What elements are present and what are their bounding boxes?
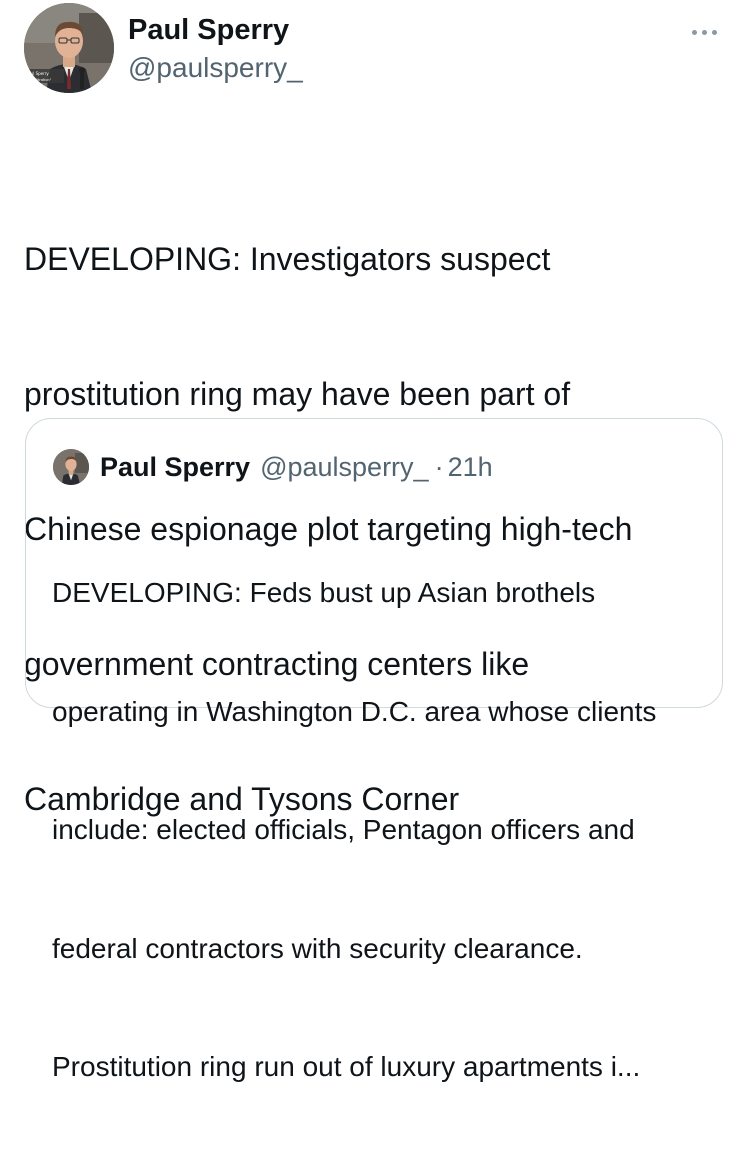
separator-dot: ·: [434, 451, 444, 482]
tweet-text-line: DEVELOPING: Investigators suspect: [24, 241, 551, 277]
author-avatar[interactable]: Paul Sperry "Infiltration": [24, 3, 114, 93]
svg-text:Paul Sperry: Paul Sperry: [26, 71, 49, 76]
author-handle[interactable]: @paulsperry_: [128, 50, 303, 86]
quoted-tweet-header: Paul Sperry @paulsperry_ · 21h: [53, 449, 493, 485]
author-display-name[interactable]: Paul Sperry: [128, 12, 303, 48]
profile-photo-icon: Paul Sperry "Infiltration": [24, 3, 114, 93]
quoted-author-handle[interactable]: @paulsperry_: [260, 452, 429, 483]
tweet: Paul Sperry "Infiltration" Paul Sperry @…: [0, 0, 750, 1082]
tweet-text-line: prostitution ring may have been part of: [24, 376, 571, 412]
svg-text:"Infiltration": "Infiltration": [30, 78, 52, 82]
quoted-text-line: DEVELOPING: Feds bust up Asian brothels: [52, 577, 596, 608]
author-info: Paul Sperry @paulsperry_: [128, 12, 303, 86]
quoted-author-display-name[interactable]: Paul Sperry: [100, 452, 250, 483]
dot: [702, 29, 707, 35]
quoted-text-line: include: elected officials, Pentagon off…: [52, 814, 635, 845]
quoted-text-line: federal contractors with security cleara…: [52, 932, 583, 964]
quoted-timestamp[interactable]: 21h: [448, 452, 493, 483]
more-horizontal-icon[interactable]: [692, 26, 722, 38]
quoted-text-line: Prostitution ring run out of luxury apar…: [52, 1051, 641, 1082]
quoted-text-line: operating in Washington D.C. area whose …: [52, 695, 657, 727]
dot: [712, 29, 717, 35]
profile-photo-icon: [53, 449, 89, 485]
quoted-author-avatar[interactable]: [53, 449, 89, 485]
quoted-tweet-text: DEVELOPING: Feds bust up Asian brothels …: [52, 494, 714, 1166]
dot: [692, 29, 697, 35]
quoted-tweet-card[interactable]: Paul Sperry @paulsperry_ · 21h DEVELOPIN…: [25, 418, 723, 1082]
